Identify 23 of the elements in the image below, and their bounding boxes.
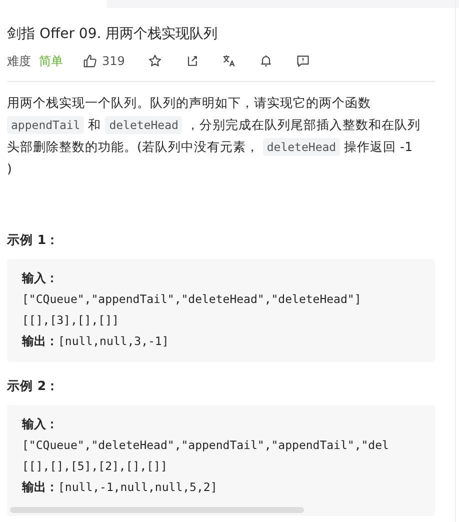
translate-icon[interactable] xyxy=(222,54,236,68)
example-heading: 示例 2： xyxy=(7,378,60,395)
code-line: [null,null,3,-1] xyxy=(58,334,169,348)
example-heading: 示例 1： xyxy=(7,232,60,249)
problem-title: 剑指 Offer 09. 用两个栈实现队列 xyxy=(7,25,219,44)
input-label: 输入： xyxy=(22,416,59,433)
code-line: [null,-1,null,null,5,2] xyxy=(58,480,218,494)
star-icon[interactable] xyxy=(148,54,162,68)
output-label: 输出： xyxy=(22,334,58,348)
like-count: 319 xyxy=(102,54,125,68)
difficulty-label: 难度 xyxy=(7,52,31,70)
scrollbar[interactable] xyxy=(10,507,304,513)
problem-description: 用两个栈实现一个队列。队列的声明如下，请实现它的两个函数 appendTail 和 deleteHead ，分别完成在队列尾部插入整数和在队列头部删除整数的功能。(若队列中没有元素， deleteHead 操作返回 -1 ) xyxy=(7,94,421,178)
code-line: ["CQueue","appendTail","deleteHead","deleteHead"] xyxy=(22,291,362,308)
difficulty-value: 简单 xyxy=(39,52,63,70)
bell-icon[interactable] xyxy=(258,54,273,68)
thumbs-up-icon[interactable] xyxy=(83,54,97,68)
output-label: 输出： xyxy=(22,480,58,494)
code-line: [[],[],[5],[2],[],[]] xyxy=(22,458,168,475)
code-line: [[],[3],[],[]] xyxy=(22,312,120,329)
comment-icon[interactable] xyxy=(296,54,310,68)
input-label: 输入： xyxy=(22,270,59,287)
code-line: ["CQueue","deleteHead","appendTail","appendTail","del xyxy=(22,437,390,454)
